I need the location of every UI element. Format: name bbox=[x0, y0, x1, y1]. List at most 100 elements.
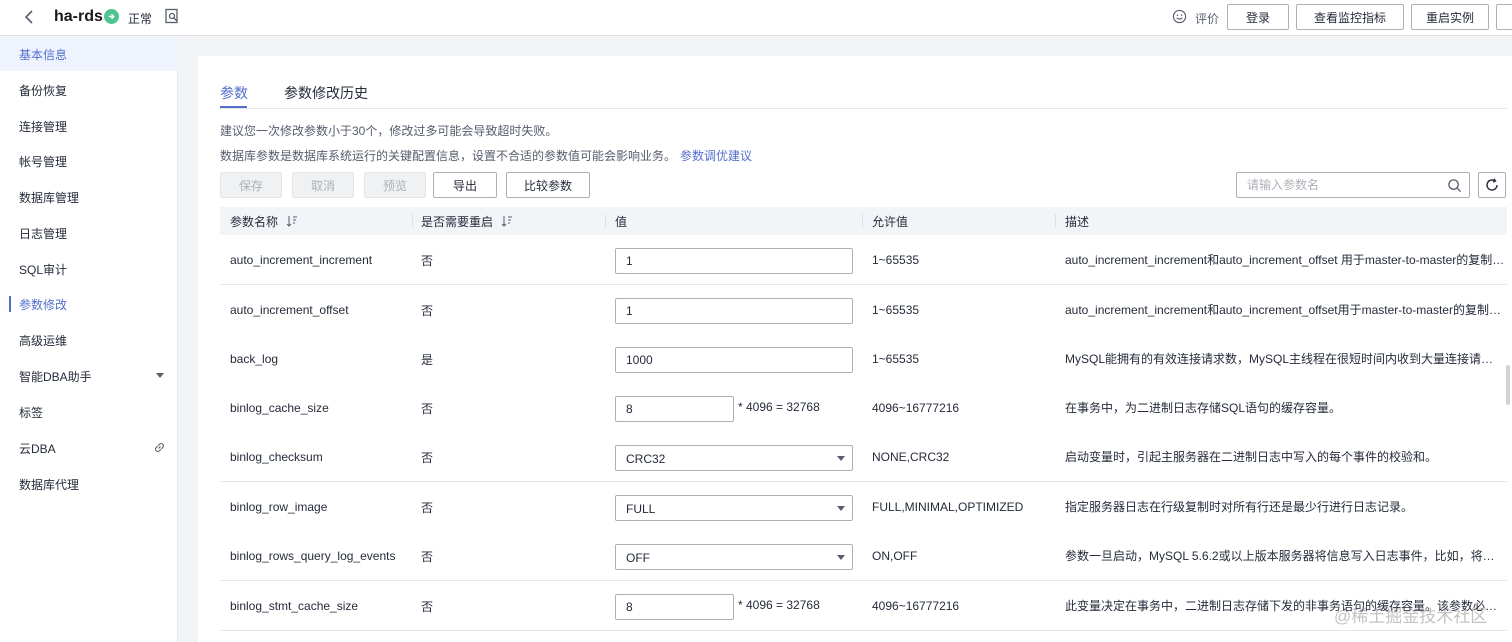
header-value: 值 bbox=[615, 214, 628, 229]
value-select[interactable]: OFF bbox=[615, 544, 853, 570]
caret-down-icon bbox=[837, 456, 845, 461]
value-formula: * 4096 = 32768 bbox=[738, 598, 820, 612]
value-input[interactable] bbox=[615, 248, 853, 274]
param-name: auto_increment_offset bbox=[230, 303, 349, 317]
column-separator bbox=[862, 214, 863, 228]
restart-required: 否 bbox=[421, 303, 434, 318]
tuning-advice-link[interactable]: 参数调优建议 bbox=[680, 149, 752, 163]
sidebar-item-accounts[interactable]: 帐号管理 bbox=[0, 144, 178, 178]
preview-button[interactable]: 预览 bbox=[364, 172, 426, 198]
instance-name: ha-rds bbox=[54, 8, 103, 25]
restart-required: 否 bbox=[421, 500, 434, 515]
allowed-values: 1~65535 bbox=[872, 303, 920, 317]
sidebar-item-parameters[interactable]: 参数修改 bbox=[0, 287, 178, 321]
sidebar-item-cloud-dba[interactable]: 云DBA bbox=[0, 431, 178, 465]
table-row: auto_increment_offset 否 1~65535 auto_inc… bbox=[220, 285, 1507, 335]
main-panel: 参数 参数修改历史 建议您一次修改参数小于30个，修改过多可能会导致超时失败。 … bbox=[198, 56, 1512, 642]
param-name: back_log bbox=[230, 352, 279, 366]
allowed-values: 4096~16777216 bbox=[872, 599, 960, 613]
allowed-values: NONE,CRC32 bbox=[872, 450, 950, 464]
document-search-icon[interactable] bbox=[164, 8, 180, 24]
page-scrollbar[interactable] bbox=[1506, 365, 1510, 405]
more-button[interactable] bbox=[1496, 4, 1512, 30]
sidebar-item-databases[interactable]: 数据库管理 bbox=[0, 180, 178, 214]
param-name: binlog_row_image bbox=[230, 500, 328, 514]
value-select[interactable]: CRC32 bbox=[615, 445, 853, 471]
tab-parameter-history[interactable]: 参数修改历史 bbox=[284, 83, 368, 103]
restart-required: 否 bbox=[421, 599, 434, 614]
param-search bbox=[1236, 172, 1470, 198]
value-formula: * 4096 = 32768 bbox=[738, 400, 820, 414]
table-row: binlog_row_image 否 FULL FULL,MINIMAL,OPT… bbox=[220, 482, 1507, 532]
restart-required: 否 bbox=[421, 549, 434, 564]
param-description: 在事务中，为二进制日志存储SQL语句的缓存容量。 bbox=[1065, 401, 1342, 415]
sidebar-item-dba-assistant[interactable]: 智能DBA助手 bbox=[0, 359, 178, 393]
allowed-values: 1~65535 bbox=[872, 352, 920, 366]
status-ok-icon bbox=[104, 9, 119, 24]
restart-required: 否 bbox=[421, 253, 434, 268]
rate-link[interactable]: 评价 bbox=[1195, 10, 1219, 27]
header-allowed: 允许值 bbox=[872, 214, 909, 229]
allowed-values: ON,OFF bbox=[872, 549, 918, 563]
watermark: @稀土掘金技术社区 bbox=[1334, 607, 1488, 626]
sidebar-item-backup-restore[interactable]: 备份恢复 bbox=[0, 73, 178, 107]
header-restart: 是否需要重启 bbox=[421, 207, 513, 235]
sidebar-item-connection[interactable]: 连接管理 bbox=[0, 109, 178, 143]
search-input[interactable] bbox=[1237, 173, 1437, 197]
back-button[interactable] bbox=[20, 7, 38, 27]
sidebar-item-tags[interactable]: 标签 bbox=[0, 395, 178, 429]
tip-text-1: 建议您一次修改参数小于30个，修改过多可能会导致超时失败。 bbox=[220, 124, 558, 138]
column-separator bbox=[412, 214, 413, 228]
sidebar-item-sql-audit[interactable]: SQL审计 bbox=[0, 252, 178, 286]
link-icon bbox=[155, 443, 164, 452]
tab-parameters[interactable]: 参数 bbox=[220, 83, 248, 103]
search-icon[interactable] bbox=[1447, 178, 1462, 193]
cancel-button[interactable]: 取消 bbox=[292, 172, 354, 198]
restart-instance-button[interactable]: 重启实例 bbox=[1411, 4, 1489, 30]
param-name: binlog_rows_query_log_events bbox=[230, 549, 396, 563]
sort-icon[interactable] bbox=[286, 215, 298, 227]
refresh-button[interactable] bbox=[1478, 172, 1506, 198]
tip-text-2: 数据库参数是数据库系统运行的关键配置信息，设置不合适的参数值可能会影响业务。 参数… bbox=[220, 149, 753, 163]
status-text: 正常 bbox=[128, 12, 153, 26]
restart-required: 是 bbox=[421, 352, 434, 367]
caret-down-icon bbox=[837, 506, 845, 511]
table-row: back_log 是 1~65535 MySQL能拥有的有效连接请求数，MySQ… bbox=[220, 334, 1507, 384]
table-row: binlog_cache_size 否 * 4096 = 32768 4096~… bbox=[220, 383, 1507, 433]
restart-required: 否 bbox=[421, 401, 434, 416]
param-description: 启动变量时，引起主服务器在二进制日志中写入的每个事件的校验和。 bbox=[1065, 450, 1438, 464]
column-separator bbox=[1055, 214, 1056, 228]
table-row: binlog_checksum 否 CRC32 NONE,CRC32 启动变量时… bbox=[220, 432, 1507, 482]
login-button[interactable]: 登录 bbox=[1227, 4, 1289, 30]
param-name: binlog_cache_size bbox=[230, 401, 329, 415]
sidebar-item-advanced-ops[interactable]: 高级运维 bbox=[0, 323, 178, 357]
table-row: auto_increment_increment 否 1~65535 auto_… bbox=[220, 235, 1507, 285]
save-button[interactable]: 保存 bbox=[220, 172, 282, 198]
restart-required: 否 bbox=[421, 450, 434, 465]
value-input[interactable] bbox=[615, 347, 853, 373]
smile-icon[interactable] bbox=[1172, 9, 1187, 24]
header-description: 描述 bbox=[1065, 214, 1090, 229]
export-button[interactable]: 导出 bbox=[433, 172, 497, 198]
value-input[interactable] bbox=[615, 396, 734, 422]
sort-icon[interactable] bbox=[501, 215, 513, 227]
view-monitor-button[interactable]: 查看监控指标 bbox=[1296, 4, 1404, 30]
table-row: binlog_stmt_cache_size 否 * 4096 = 32768 … bbox=[220, 581, 1507, 631]
active-tab-indicator bbox=[220, 106, 247, 108]
param-name: binlog_checksum bbox=[230, 450, 323, 464]
value-input[interactable] bbox=[615, 298, 853, 324]
param-description: auto_increment_increment和auto_increment_… bbox=[1065, 303, 1505, 317]
column-separator bbox=[605, 214, 606, 228]
compare-params-button[interactable]: 比较参数 bbox=[506, 172, 590, 198]
value-select[interactable]: FULL bbox=[615, 495, 853, 521]
caret-down-icon bbox=[837, 555, 845, 560]
param-description: 参数一旦启动，MySQL 5.6.2或以上版本服务器将信息写入日志事件，比如，将… bbox=[1065, 549, 1505, 563]
sidebar-item-db-proxy[interactable]: 数据库代理 bbox=[0, 467, 178, 501]
sidebar-item-logs[interactable]: 日志管理 bbox=[0, 216, 178, 250]
tab-divider bbox=[220, 108, 1507, 109]
sidebar-item-basic-info[interactable]: 基本信息 bbox=[0, 37, 178, 71]
value-input[interactable] bbox=[615, 594, 734, 620]
table-header: 参数名称 是否需要重启 值 允许值 描述 bbox=[220, 207, 1507, 235]
param-description: auto_increment_increment和auto_increment_… bbox=[1065, 253, 1505, 267]
allowed-values: 4096~16777216 bbox=[872, 401, 960, 415]
